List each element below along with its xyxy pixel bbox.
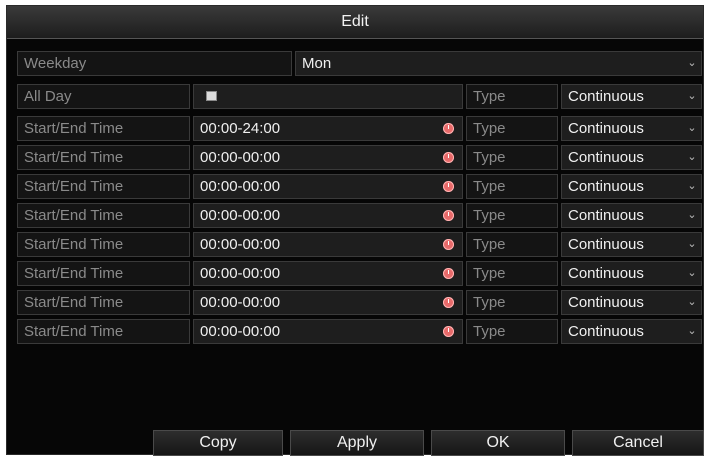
weekday-row: Weekday Mon ⌄	[17, 51, 702, 76]
type-select[interactable]: Continuous ⌄	[561, 203, 702, 228]
type-label: Type	[466, 116, 558, 141]
period-label: Start/End Time	[17, 116, 190, 141]
period-label: Start/End Time	[17, 203, 190, 228]
time-range-input[interactable]: 00:00-00:00	[193, 290, 463, 315]
period-row: Start/End Time 00:00-00:00 Type Continuous ⌄	[17, 174, 702, 199]
ok-button[interactable]: OK	[431, 430, 565, 456]
type-select[interactable]: Continuous ⌄	[561, 290, 702, 315]
clock-icon[interactable]	[443, 123, 454, 134]
period-row: Start/End Time 00:00-00:00 Type Continuous ⌄	[17, 145, 702, 170]
apply-button[interactable]: Apply	[290, 430, 424, 456]
period-label: Start/End Time	[17, 290, 190, 315]
type-select[interactable]: Continuous ⌄	[561, 232, 702, 257]
type-label: Type	[466, 232, 558, 257]
time-range-input[interactable]: 00:00-00:00	[193, 203, 463, 228]
type-label: Type	[466, 203, 558, 228]
clock-icon[interactable]	[443, 239, 454, 250]
all-day-label: All Day	[17, 84, 190, 109]
type-select[interactable]: Continuous ⌄	[561, 116, 702, 141]
type-value: Continuous	[568, 323, 644, 340]
weekday-select[interactable]: Mon ⌄	[295, 51, 702, 76]
period-row: Start/End Time 00:00-24:00 Type Continuous ⌄	[17, 116, 702, 141]
clock-icon[interactable]	[443, 181, 454, 192]
type-label: Type	[466, 261, 558, 286]
period-row: Start/End Time 00:00-00:00 Type Continuous ⌄	[17, 290, 702, 315]
time-range-input[interactable]: 00:00-00:00	[193, 232, 463, 257]
time-range-value: 00:00-00:00	[200, 323, 281, 340]
type-value: Continuous	[568, 207, 644, 224]
time-range-value: 00:00-00:00	[200, 207, 281, 224]
time-range-value: 00:00-00:00	[200, 294, 281, 311]
type-label: Type	[466, 290, 558, 315]
type-select[interactable]: Continuous ⌄	[561, 261, 702, 286]
type-select[interactable]: Continuous ⌄	[561, 145, 702, 170]
time-range-value: 00:00-00:00	[200, 265, 281, 282]
chevron-down-icon: ⌄	[687, 325, 697, 337]
period-label: Start/End Time	[17, 232, 190, 257]
type-select[interactable]: Continuous ⌄	[561, 84, 702, 109]
edit-dialog: Edit Weekday Mon ⌄ All Day Type Continuo…	[6, 5, 704, 456]
time-range-input[interactable]: 00:00-00:00	[193, 174, 463, 199]
type-value: Continuous	[568, 88, 644, 105]
weekday-label: Weekday	[17, 51, 292, 76]
chevron-down-icon: ⌄	[687, 267, 697, 279]
time-range-value: 00:00-24:00	[200, 120, 281, 137]
type-label: Type	[466, 84, 558, 109]
chevron-down-icon: ⌄	[687, 122, 697, 134]
period-label: Start/End Time	[17, 261, 190, 286]
type-value: Continuous	[568, 149, 644, 166]
time-range-input[interactable]: 00:00-00:00	[193, 261, 463, 286]
time-range-value: 00:00-00:00	[200, 178, 281, 195]
copy-button[interactable]: Copy	[153, 430, 283, 456]
type-label: Type	[466, 145, 558, 170]
type-value: Continuous	[568, 265, 644, 282]
time-range-input[interactable]: 00:00-24:00	[193, 116, 463, 141]
all-day-checkbox-cell[interactable]	[193, 84, 463, 109]
period-row: Start/End Time 00:00-00:00 Type Continuous ⌄	[17, 261, 702, 286]
chevron-down-icon: ⌄	[687, 90, 697, 102]
chevron-down-icon: ⌄	[687, 180, 697, 192]
time-range-value: 00:00-00:00	[200, 236, 281, 253]
clock-icon[interactable]	[443, 268, 454, 279]
period-label: Start/End Time	[17, 174, 190, 199]
chevron-down-icon: ⌄	[687, 151, 697, 163]
type-value: Continuous	[568, 120, 644, 137]
checkbox-icon[interactable]	[206, 91, 217, 101]
time-range-value: 00:00-00:00	[200, 149, 281, 166]
cancel-button[interactable]: Cancel	[572, 430, 704, 456]
clock-icon[interactable]	[443, 210, 454, 221]
time-range-input[interactable]: 00:00-00:00	[193, 145, 463, 170]
clock-icon[interactable]	[443, 326, 454, 337]
all-day-row: All Day Type Continuous ⌄	[17, 84, 702, 109]
time-range-input[interactable]: 00:00-00:00	[193, 319, 463, 344]
chevron-down-icon: ⌄	[687, 57, 697, 69]
type-select[interactable]: Continuous ⌄	[561, 174, 702, 199]
period-label: Start/End Time	[17, 319, 190, 344]
dialog-title: Edit	[7, 6, 703, 39]
type-value: Continuous	[568, 178, 644, 195]
chevron-down-icon: ⌄	[687, 209, 697, 221]
type-value: Continuous	[568, 294, 644, 311]
clock-icon[interactable]	[443, 152, 454, 163]
period-label: Start/End Time	[17, 145, 190, 170]
chevron-down-icon: ⌄	[687, 238, 697, 250]
clock-icon[interactable]	[443, 297, 454, 308]
type-label: Type	[466, 174, 558, 199]
type-label: Type	[466, 319, 558, 344]
period-row: Start/End Time 00:00-00:00 Type Continuous ⌄	[17, 319, 702, 344]
type-value: Continuous	[568, 236, 644, 253]
chevron-down-icon: ⌄	[687, 296, 697, 308]
period-row: Start/End Time 00:00-00:00 Type Continuous ⌄	[17, 232, 702, 257]
weekday-value: Mon	[302, 55, 332, 72]
type-select[interactable]: Continuous ⌄	[561, 319, 702, 344]
period-row: Start/End Time 00:00-00:00 Type Continuous ⌄	[17, 203, 702, 228]
